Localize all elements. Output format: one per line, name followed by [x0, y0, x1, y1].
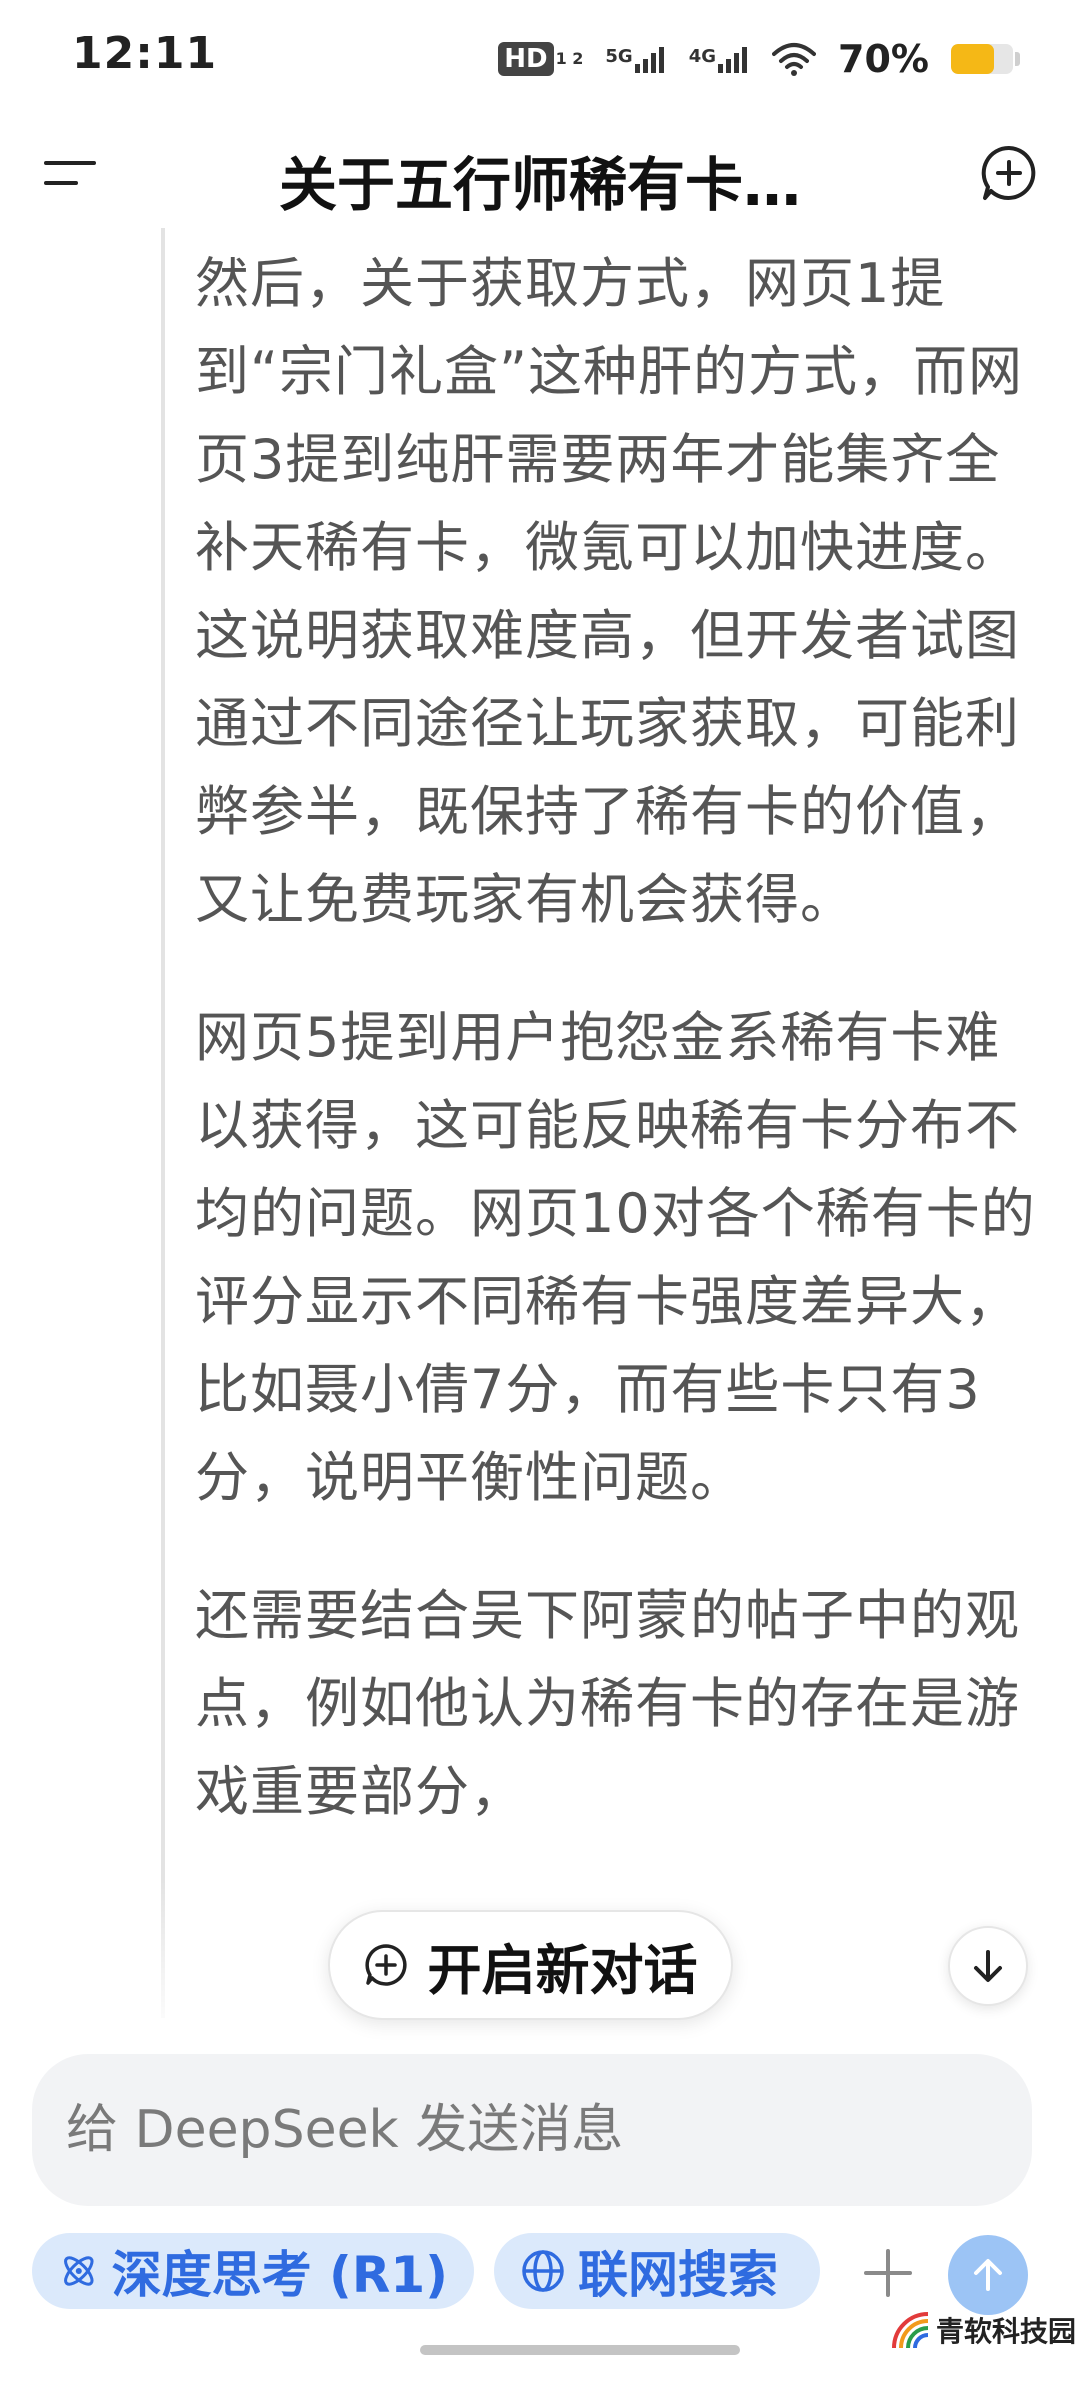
watermark-text: 青软科技园	[936, 2315, 1077, 2348]
signal-5g-icon: 5G	[605, 44, 666, 74]
thinking-paragraph: 网页5提到用户抱怨金系稀有卡难以获得，这可能反映稀有卡分布不均的问题。网页10对…	[195, 1006, 1036, 1509]
start-new-chat-button[interactable]: 开启新对话	[328, 1910, 733, 2020]
hd-badge: HD	[498, 42, 554, 76]
new-chat-icon	[364, 1944, 407, 1986]
wifi-icon	[772, 43, 817, 76]
status-icons: HD 1 2 5G 4G 70%	[498, 34, 1020, 84]
hd-voice-icon: HD 1 2	[498, 42, 583, 76]
web-search-label: 联网搜索	[578, 2246, 778, 2304]
menu-icon	[44, 161, 96, 185]
thinking-paragraph: 还需要结合吴下阿蒙的帖子中的观点，例如他认为稀有卡的存在是游戏重要部分，	[195, 1584, 1020, 1823]
globe-icon	[522, 2250, 564, 2292]
start-new-chat-label: 开启新对话	[427, 1938, 698, 2002]
net-4g-label: 4G	[688, 46, 717, 67]
atom-icon	[64, 2256, 94, 2286]
net-5g-label: 5G	[605, 46, 633, 67]
battery-percent: 70%	[838, 37, 929, 81]
status-time: 12:11	[72, 28, 218, 79]
new-chat-icon	[981, 145, 1036, 200]
watermark-logo-icon	[892, 2312, 929, 2349]
home-indicator[interactable]	[420, 2345, 740, 2355]
hd-sub: 1 2	[555, 49, 584, 68]
thinking-paragraph: 然后，关于获取方式，网页1提到“宗门礼盒”这种肝的方式，而网页3提到纯肝需要两年…	[195, 252, 1023, 931]
arrow-down-icon	[974, 1950, 1002, 1982]
watermark: 青软科技园	[888, 2300, 1078, 2360]
battery-icon	[951, 44, 1020, 74]
arrow-up-icon	[974, 2259, 1002, 2291]
attach-button[interactable]	[852, 2237, 924, 2309]
status-bar: 12:11 HD 1 2 5G 4G 70%	[0, 0, 1080, 118]
page-title: 关于五行师稀有卡…	[278, 151, 801, 219]
scroll-to-bottom-button[interactable]	[948, 1926, 1028, 2006]
message-input[interactable]	[66, 2054, 996, 2206]
menu-button[interactable]	[40, 148, 100, 198]
chat-content[interactable]: 然后，关于获取方式，网页1提到“宗门礼盒”这种肝的方式，而网页3提到纯肝需要两年…	[0, 228, 1080, 2028]
signal-bars-icon	[718, 47, 748, 73]
battery-fill	[951, 44, 995, 74]
new-chat-button[interactable]	[976, 140, 1042, 206]
signal-bars-icon	[634, 47, 664, 73]
thinking-text: 然后，关于获取方式，网页1提到“宗门礼盒”这种肝的方式，而网页3提到纯肝需要两年…	[195, 240, 1045, 1886]
app-header: 关于五行师稀有卡…	[0, 118, 1080, 228]
plus-icon	[864, 2249, 912, 2297]
thinking-quote-bar	[161, 228, 165, 2018]
deep-think-toggle[interactable]: 深度思考 (R1)	[32, 2233, 474, 2309]
message-composer	[32, 2054, 1032, 2206]
signal-4g-icon: 4G	[689, 44, 750, 74]
deep-think-label: 深度思考 (R1)	[111, 2246, 448, 2304]
web-search-toggle[interactable]: 联网搜索	[494, 2233, 820, 2309]
